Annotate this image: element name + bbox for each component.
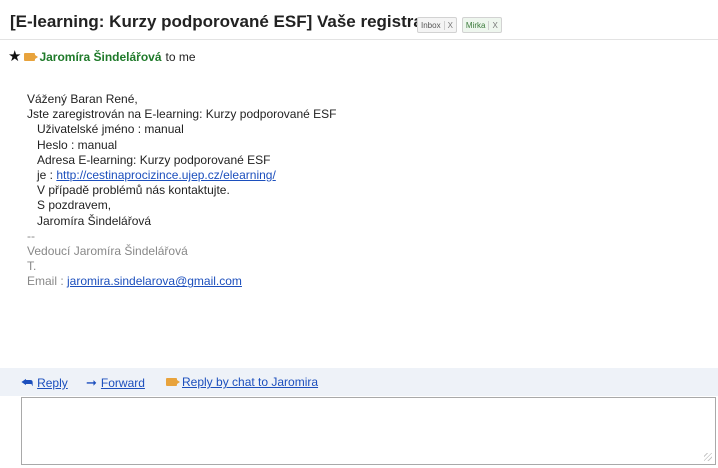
problems-line: V případě problémů nás kontaktujte.: [37, 183, 230, 198]
sender-name[interactable]: Jaromíra Šindelářová: [39, 50, 161, 64]
email-label: Email :: [27, 274, 68, 289]
label-mirka-remove[interactable]: X: [489, 21, 497, 30]
address-line: Adresa E-learning: Kurzy podporované ESF: [37, 152, 271, 167]
resize-grip-icon[interactable]: [704, 453, 712, 461]
star-icon[interactable]: ★: [8, 49, 21, 64]
reply-arrow-icon: ⮪: [21, 375, 34, 390]
forward-action[interactable]: ➞ Forward: [86, 375, 145, 391]
url-prefix: je :: [37, 168, 57, 183]
label-inbox-remove[interactable]: X: [445, 21, 453, 30]
signature-separator: --: [27, 228, 35, 243]
reply-link[interactable]: Reply: [37, 376, 68, 390]
video-chat-icon[interactable]: [24, 53, 39, 61]
video-chat-icon: [166, 378, 180, 386]
recipient-text: to me: [165, 50, 196, 64]
signature-title: Vedoucí Jaromíra Šindelářová: [27, 244, 188, 259]
elearning-link[interactable]: http://cestinaprocizince.ujep.cz/elearni…: [56, 168, 275, 182]
forward-arrow-icon: ➞: [86, 375, 97, 390]
reply-action-bar: ⮪ Reply ➞ Forward Reply by chat to Jarom…: [0, 368, 718, 396]
signature-t: T.: [27, 259, 37, 274]
greeting: Vážený Baran René,: [27, 92, 138, 106]
signature-email-line: Email : jaromira.sindelarova@gmail.com: [27, 274, 337, 289]
sender-row: ★ Jaromíra Šindelářová to me: [8, 49, 196, 64]
signature-name: Jaromíra Šindelářová: [37, 213, 152, 228]
email-body: Vážený Baran René, Jste zaregistrován na…: [27, 92, 337, 290]
label-mirka-text: Mirka: [466, 20, 490, 30]
forward-link[interactable]: Forward: [101, 376, 145, 390]
url-line: je : http://cestinaprocizince.ujep.cz/el…: [27, 168, 337, 183]
password-line: Heslo : manual: [37, 137, 118, 152]
label-mirka[interactable]: Mirka X: [461, 17, 502, 33]
regards-line: S pozdravem,: [37, 198, 112, 213]
reply-action[interactable]: ⮪ Reply: [21, 375, 68, 391]
label-chips: Inbox X Mirka X: [417, 17, 502, 33]
reply-by-chat-link[interactable]: Reply by chat to Jaromira: [182, 375, 318, 389]
chat-action[interactable]: Reply by chat to Jaromira: [166, 375, 318, 389]
label-inbox-text: Inbox: [421, 20, 445, 30]
username-line: Uživatelské jméno : manual: [37, 122, 184, 137]
signature-email-link[interactable]: jaromira.sindelarova@gmail.com: [67, 274, 242, 288]
registration-line: Jste zaregistrován na E-learning: Kurzy …: [27, 107, 337, 122]
label-inbox[interactable]: Inbox X: [417, 17, 457, 33]
email-header: [E-learning: Kurzy podporované ESF] Vaše…: [0, 0, 718, 40]
reply-textarea[interactable]: [21, 397, 716, 465]
email-subject: [E-learning: Kurzy podporované ESF] Vaše…: [10, 12, 442, 31]
